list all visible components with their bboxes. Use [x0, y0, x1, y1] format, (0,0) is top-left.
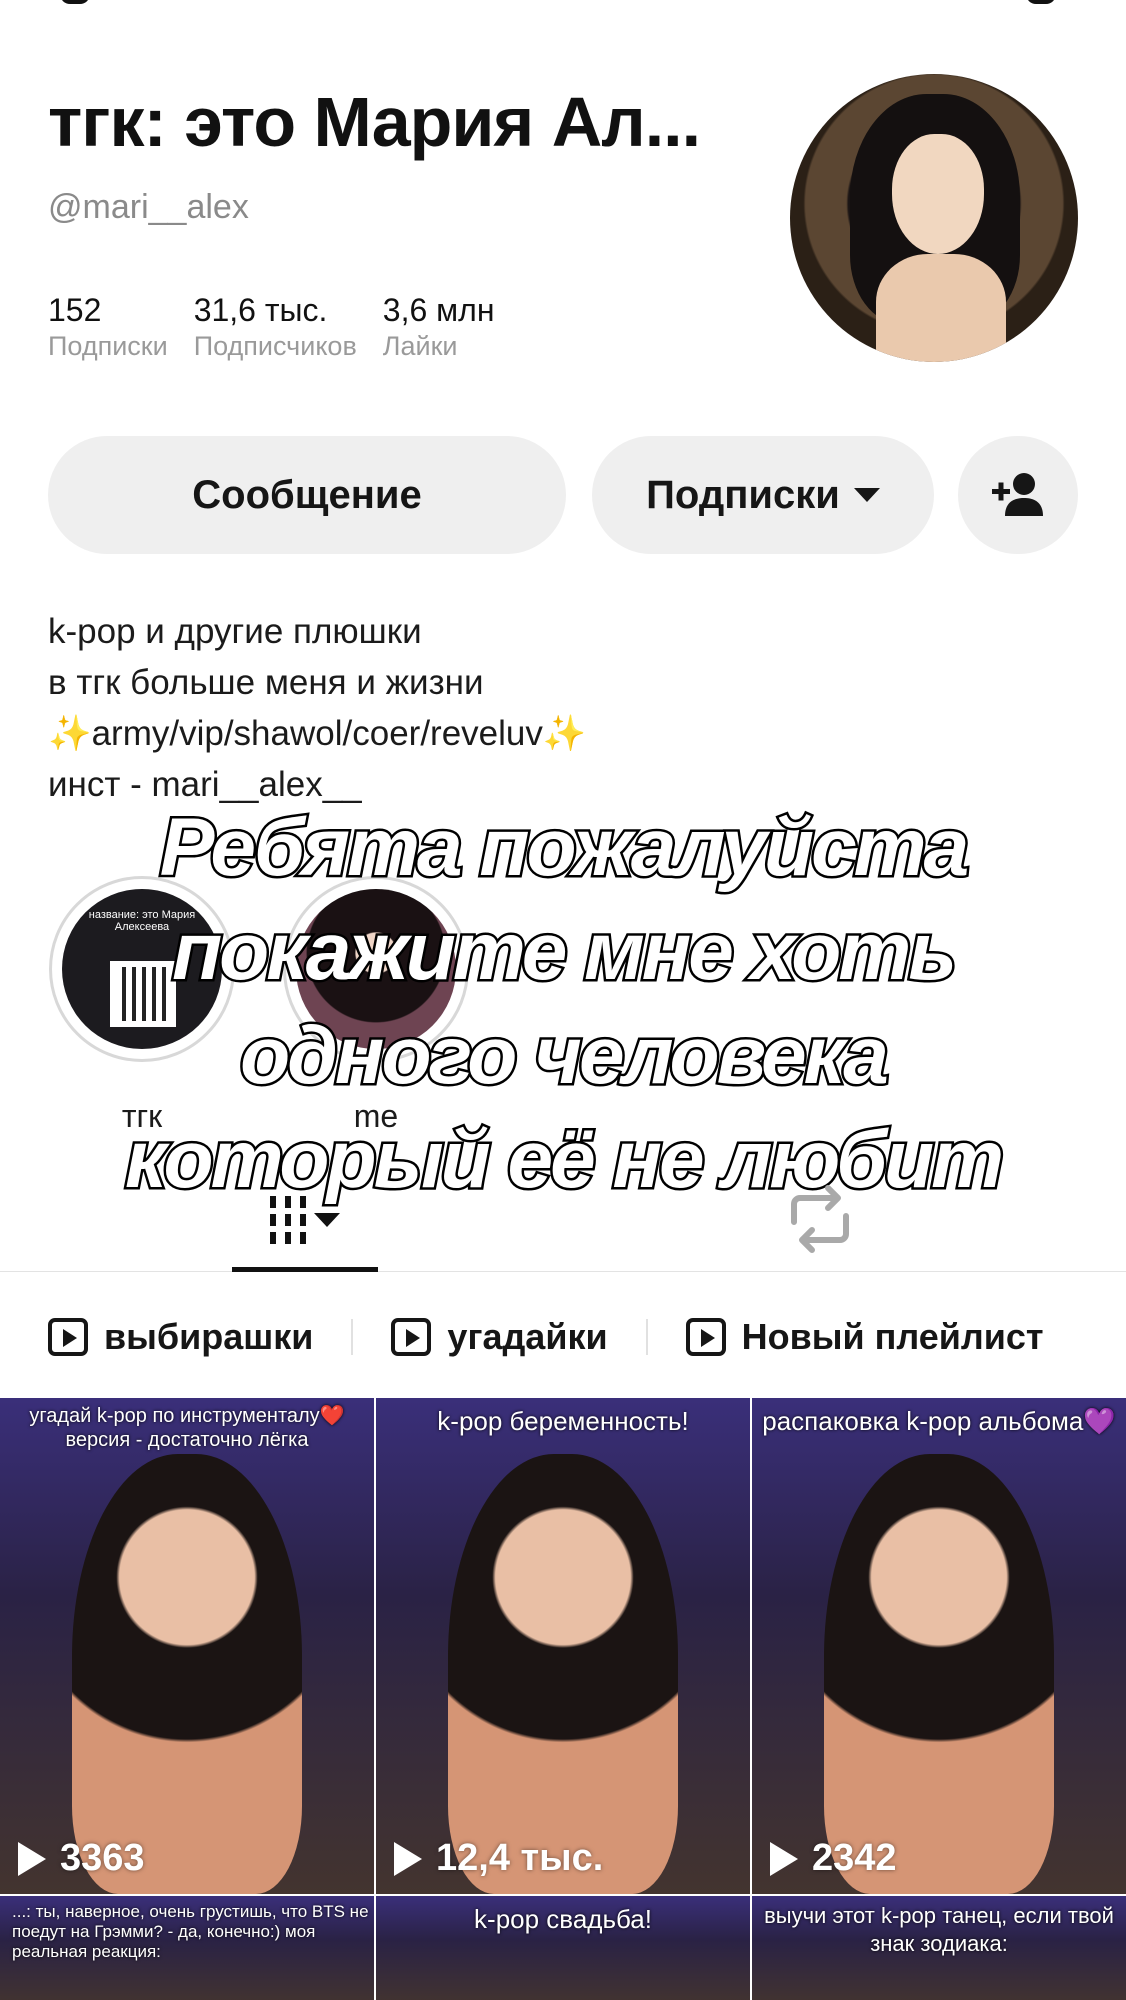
overlay-line-1: Ребята пожалуйста [157, 800, 971, 896]
profile-avatar[interactable] [790, 74, 1078, 362]
overlay-line-2: покажите мне хоть [170, 904, 960, 1000]
avatar-face [892, 134, 984, 254]
play-icon [770, 1841, 798, 1876]
view-count: 3363 [60, 1837, 145, 1879]
stat-followers-value: 31,6 тыс. [193, 292, 328, 328]
add-friend-button[interactable] [958, 436, 1078, 554]
video-thumbnail[interactable]: k-pop беременность! 12,4 тыс. [376, 1398, 750, 1894]
person-plus-icon [992, 473, 1043, 516]
sparkle-icon: ✨ [48, 714, 92, 753]
view-count: 2342 [812, 1837, 897, 1879]
stat-following[interactable]: 152 Подписки [48, 292, 168, 362]
active-tab-indicator [232, 1267, 378, 1272]
video-thumbnail[interactable]: выучи этот k-pop танец, если твой знак з… [752, 1896, 1126, 2000]
profile-stats: 152 Подписки 31,6 тыс. Подписчиков 3,6 м… [48, 292, 495, 362]
stat-followers[interactable]: 31,6 тыс. Подписчиков [194, 292, 357, 362]
repost-icon [791, 1185, 849, 1253]
stat-following-label: Подписки [48, 331, 168, 361]
stat-likes[interactable]: 3,6 млн Лайки [383, 292, 495, 362]
bio-line-2: в тгк больше меня и жизни [48, 663, 484, 702]
avatar-neck [876, 254, 1006, 362]
bio-line-3: ✨army/vip/shawol/coer/reveluv✨ [48, 708, 586, 759]
video-grid: угадай k-pop по инструменталу❤️ версия -… [0, 1398, 1126, 2000]
overlay-line-3: одного человека [238, 1008, 892, 1104]
video-caption: угадай k-pop по инструменталу❤️ версия -… [29, 1405, 345, 1451]
chevron-down-icon [853, 488, 880, 502]
play-icon [394, 1841, 422, 1876]
profile-bio: k-pop и другие плюшки в тгк больше меня … [48, 606, 586, 810]
message-button[interactable]: Сообщение [48, 436, 566, 554]
playlist-label: выбирашки [104, 1316, 314, 1357]
stat-likes-value: 3,6 млн [382, 292, 495, 328]
playlist-divider [645, 1319, 648, 1355]
profile-handle: @mari__alex [48, 188, 249, 226]
playlist-divider [351, 1319, 354, 1355]
video-thumbnail[interactable]: k-pop свадьба! [376, 1896, 750, 2000]
following-button-label: Подписки [646, 472, 840, 517]
video-person-image [72, 1454, 302, 1894]
playlist-icon [391, 1318, 432, 1356]
sparkle-icon: ✨ [542, 714, 587, 753]
profile-display-name: тгк: это Мария Ал... [48, 83, 701, 161]
stat-followers-label: Подписчиков [193, 331, 357, 361]
following-button[interactable]: Подписки [592, 436, 934, 554]
playlist-icon [685, 1318, 726, 1356]
stat-following-value: 152 [48, 292, 102, 328]
video-person-image [824, 1454, 1054, 1894]
video-thumbnail[interactable]: угадай k-pop по инструменталу❤️ версия -… [0, 1398, 374, 1894]
play-icon [18, 1841, 46, 1876]
video-caption: k-pop свадьба! [474, 1904, 652, 1934]
message-button-label: Сообщение [192, 472, 422, 517]
playlist-item[interactable]: Новый плейлист [685, 1316, 1044, 1358]
video-views: 12,4 тыс. [394, 1837, 603, 1880]
view-count: 12,4 тыс. [436, 1837, 604, 1879]
bio-line-1: k-pop и другие плюшки [48, 612, 422, 651]
video-views: 3363 [18, 1837, 145, 1880]
video-caption: k-pop беременность! [437, 1406, 689, 1436]
stat-likes-label: Лайки [382, 331, 458, 361]
video-thumbnail[interactable]: распаковка k-pop альбома💜 2342 [752, 1398, 1126, 1894]
tab-videos[interactable] [232, 1168, 378, 1272]
playlist-item[interactable]: угадайки [391, 1316, 608, 1358]
back-icon[interactable] [60, 0, 90, 4]
playlist-label: угадайки [447, 1316, 608, 1357]
video-caption: распаковка k-pop альбома💜 [762, 1406, 1116, 1436]
video-caption: ...: ты, наверное, очень грустишь, что B… [12, 1902, 369, 1961]
playlist-label: Новый плейлист [741, 1316, 1044, 1357]
chevron-down-icon [314, 1213, 340, 1227]
playlist-item[interactable]: выбирашки [48, 1316, 313, 1358]
video-thumbnail[interactable]: ...: ты, наверное, очень грустишь, что B… [0, 1896, 374, 2000]
video-person-image [448, 1454, 678, 1894]
video-caption: выучи этот k-pop танец, если твой знак з… [764, 1903, 1114, 1956]
content-tabs [0, 1168, 1126, 1272]
tab-reposts[interactable] [780, 1182, 860, 1256]
video-overlay-caption: Ребята пожалуйста покажите мне хоть одно… [0, 796, 1126, 1212]
grid-icon [270, 1196, 306, 1244]
playlist-icon [48, 1318, 88, 1356]
playlists-row: выбирашки угадайки Новый плейлист [0, 1282, 1126, 1392]
bio-line-3-text: army/vip/shawol/coer/reveluv [91, 714, 543, 753]
menu-icon[interactable] [1026, 0, 1056, 4]
video-views: 2342 [770, 1837, 897, 1880]
